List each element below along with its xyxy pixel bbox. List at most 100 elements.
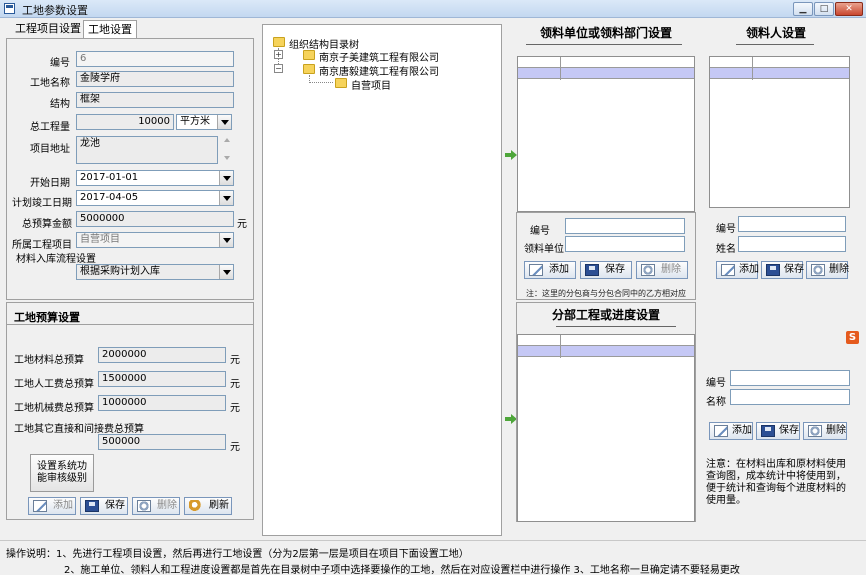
code-label: 编号	[50, 58, 70, 69]
budget-unit-label: 元	[237, 219, 247, 230]
dept-grid-selected-row[interactable]	[518, 68, 694, 79]
person-save-button[interactable]: 保存	[761, 261, 804, 279]
progress-save-button[interactable]: 保存	[756, 422, 800, 440]
other-unit-label: 元	[230, 442, 240, 453]
person-add-button[interactable]: 添加	[716, 261, 759, 279]
person-code-field[interactable]	[738, 216, 846, 232]
save-icon	[761, 425, 775, 437]
dept-grid-header-row	[518, 57, 694, 68]
budget-divider	[7, 324, 253, 325]
person-name-field[interactable]	[738, 236, 846, 252]
save-button-label: 保存	[105, 500, 125, 511]
progress-code-field[interactable]	[730, 370, 850, 386]
address-field[interactable]: 龙池	[76, 136, 218, 164]
labor-budget-field[interactable]: 1500000	[98, 371, 226, 387]
end-date-picker[interactable]: 2017-04-05	[76, 190, 234, 206]
structure-field[interactable]: 框架	[76, 92, 234, 108]
tab-site-settings[interactable]: 工地设置	[83, 20, 137, 38]
delete-icon	[811, 264, 825, 276]
progress-name-field[interactable]	[730, 389, 850, 405]
flow-select-value: 根据采购计划入库	[80, 266, 160, 277]
tree-node-self-project[interactable]: 自营项目	[351, 77, 391, 92]
audit-level-button[interactable]: 设置系统功能审核级别	[30, 454, 94, 492]
progress-add-button[interactable]: 添加	[709, 422, 753, 440]
dept-form-frame	[516, 212, 696, 300]
budget-section-title: 工地预算设置	[14, 311, 80, 324]
add-icon	[714, 425, 728, 437]
machine-budget-label: 工地机械费总预算	[14, 403, 94, 414]
add-icon	[721, 264, 735, 276]
unit-select-value: 平方米	[180, 116, 210, 127]
dept-grid[interactable]	[517, 56, 695, 212]
progress-grid-selected-row[interactable]	[518, 346, 694, 357]
project-select[interactable]: 自营项目	[76, 232, 234, 248]
org-tree-view[interactable]: 组织结构目录树 + 南京子美建筑工程有限公司 − 南京唐毅建筑工程有限公司 自营…	[262, 24, 502, 536]
person-delete-button[interactable]: 删除	[806, 261, 849, 279]
material-unit-label: 元	[230, 355, 240, 366]
dept-panel-title: 领料单位或领料部门设置	[539, 26, 672, 40]
tab-project-settings[interactable]: 工程项目设置	[11, 20, 85, 38]
scroll-up-icon	[224, 138, 230, 142]
labor-unit-label: 元	[230, 379, 240, 390]
person-grid[interactable]	[709, 56, 850, 208]
project-select-value: 自营项目	[80, 234, 120, 245]
chevron-down-icon	[219, 191, 233, 205]
material-budget-field[interactable]: 2000000	[98, 347, 226, 363]
chevron-down-icon	[217, 115, 231, 129]
flow-label: 材料入库流程设置	[16, 254, 96, 265]
save-icon	[766, 264, 780, 276]
budget-field[interactable]: 5000000	[76, 211, 234, 227]
tree-collapse-icon[interactable]: −	[274, 64, 283, 73]
progress-delete-button[interactable]: 删除	[803, 422, 847, 440]
flow-select[interactable]: 根据采购计划入库	[76, 264, 234, 280]
progress-grid[interactable]	[517, 334, 695, 522]
progress-name-label: 名称	[706, 397, 726, 408]
folder-icon	[303, 50, 315, 60]
delete-button[interactable]: 删除	[132, 497, 180, 515]
progress-code-label: 编号	[706, 378, 726, 389]
tree-connector	[309, 75, 333, 83]
save-icon	[85, 500, 99, 512]
save-button[interactable]: 保存	[80, 497, 128, 515]
close-button[interactable]: ✕	[835, 2, 863, 16]
person-code-label: 编号	[716, 224, 736, 235]
bottom-divider	[0, 540, 866, 541]
side-badge-icon[interactable]: S	[846, 331, 859, 344]
tree-node-tangyi[interactable]: 南京唐毅建筑工程有限公司	[319, 63, 439, 78]
other-budget-field[interactable]: 500000	[98, 434, 226, 450]
add-icon	[33, 500, 47, 512]
quantity-field[interactable]: 10000	[76, 114, 174, 130]
start-date-value: 2017-01-01	[80, 172, 139, 183]
delete-icon	[137, 500, 151, 512]
site-name-field[interactable]: 金陵学府	[76, 71, 234, 87]
code-field[interactable]: 6	[76, 51, 234, 67]
person-grid-selected-row[interactable]	[710, 68, 849, 79]
instructions-line1: 操作说明：1、先进行工程项目设置，然后再进行工地设置（分为2层第一层是项目在项目…	[6, 549, 469, 560]
address-scrollbar[interactable]	[222, 136, 232, 164]
start-date-label: 开始日期	[30, 178, 70, 189]
end-date-label: 计划竣工日期	[12, 198, 72, 209]
other-budget-label: 工地其它直接和间接费总预算	[14, 424, 144, 435]
refresh-button[interactable]: 刷新	[184, 497, 232, 515]
progress-note: 注意：在材料出库和原材料使用查询图，成本统计中将使用到，便于统计和查询每个进度材…	[706, 459, 846, 506]
folder-icon	[303, 64, 315, 74]
unit-select[interactable]: 平方米	[176, 114, 232, 130]
person-name-label: 姓名	[716, 244, 736, 255]
add-button[interactable]: 添加	[28, 497, 76, 515]
refresh-icon	[189, 500, 203, 512]
material-budget-label: 工地材料总预算	[14, 355, 84, 366]
machine-budget-field[interactable]: 1000000	[98, 395, 226, 411]
maximize-button[interactable]: □	[814, 2, 834, 16]
tree-expand-icon[interactable]: +	[274, 50, 283, 59]
start-date-picker[interactable]: 2017-01-01	[76, 170, 234, 186]
progress-delete-label: 删除	[826, 425, 846, 436]
person-panel-title: 领料人设置	[745, 26, 806, 40]
tree-node-zimei[interactable]: 南京子美建筑工程有限公司	[319, 49, 439, 64]
person-save-label: 保存	[784, 264, 804, 275]
folder-icon	[335, 78, 347, 88]
delete-button-label: 删除	[157, 500, 177, 511]
person-delete-label: 删除	[829, 264, 849, 275]
chevron-down-icon	[219, 265, 233, 279]
minimize-button[interactable]: ▁	[793, 2, 813, 16]
dept-title-underline	[526, 44, 682, 45]
